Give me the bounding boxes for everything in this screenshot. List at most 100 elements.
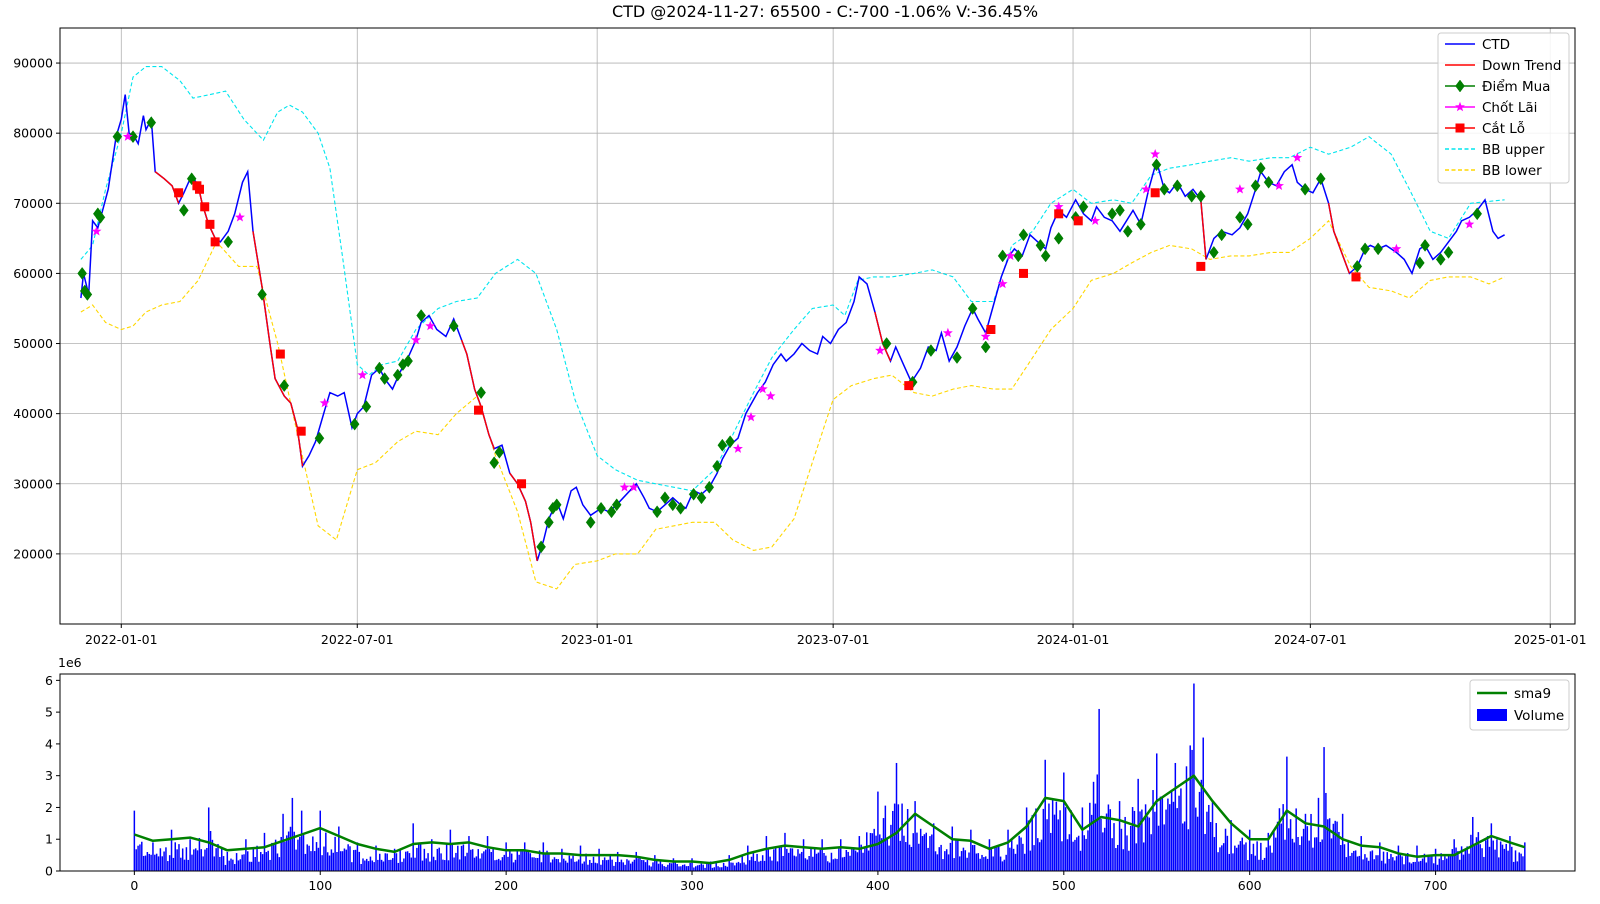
- volume-bar: [1156, 753, 1158, 871]
- volume-bar: [767, 847, 769, 871]
- marker-cat-lo: [200, 202, 210, 212]
- volume-bar: [1498, 857, 1500, 871]
- volume-bar: [668, 862, 671, 871]
- series-bb-lower-line: [80, 219, 1505, 590]
- volume-bar: [1195, 807, 1197, 871]
- volume-bar: [784, 832, 786, 871]
- volume-bar: [233, 864, 236, 871]
- volume-bar: [232, 859, 234, 871]
- volume-bar: [455, 852, 457, 871]
- marker-diem-mua: [536, 540, 546, 554]
- legend-label-volume: Volume: [1514, 708, 1564, 724]
- volume-bar: [1027, 820, 1030, 871]
- volume-bar: [510, 853, 513, 871]
- volume-y-tick-label: 3: [45, 768, 53, 783]
- volume-bar: [945, 849, 948, 871]
- volume-bar: [1362, 859, 1364, 871]
- volume-bar: [806, 859, 809, 871]
- volume-bar: [1245, 842, 1247, 871]
- marker-diem-mua: [1300, 182, 1310, 196]
- volume-bar: [1323, 747, 1325, 871]
- volume-bar: [691, 858, 693, 871]
- volume-bar: [1022, 843, 1024, 871]
- volume-bar: [1031, 815, 1033, 871]
- volume-bar: [1511, 846, 1513, 871]
- volume-bar: [1412, 862, 1415, 871]
- volume-bar: [851, 848, 853, 871]
- volume-bar: [544, 853, 546, 871]
- marker-cat-lo: [210, 237, 220, 247]
- volume-bar: [425, 858, 427, 871]
- volume-bar: [317, 847, 320, 871]
- volume-bar: [633, 859, 636, 871]
- volume-bar: [988, 839, 991, 871]
- volume-bar: [1042, 808, 1045, 871]
- volume-bar: [507, 856, 509, 871]
- volume-bar: [1167, 798, 1169, 871]
- volume-bar: [823, 853, 825, 871]
- volume-bar: [1187, 829, 1190, 871]
- marker-diem-mua: [1013, 249, 1024, 263]
- volume-bar: [1354, 850, 1357, 871]
- volume-bar: [1131, 807, 1134, 871]
- volume-bar: [349, 846, 351, 871]
- volume-bar: [555, 858, 558, 871]
- volume-bar: [460, 845, 463, 871]
- volume-bar: [615, 862, 617, 871]
- volume-bar: [1332, 823, 1335, 871]
- volume-bar: [213, 856, 216, 871]
- volume-bar: [998, 845, 1000, 871]
- volume-bar: [354, 849, 357, 871]
- marker-diem-mua: [585, 515, 596, 529]
- volume-bar: [994, 847, 996, 871]
- price-y-tick-label: 50000: [13, 336, 53, 351]
- marker-diem-mua: [967, 302, 978, 315]
- volume-bar: [1148, 817, 1151, 871]
- volume-bar: [157, 856, 160, 871]
- volume-bar: [380, 859, 383, 871]
- volume-bar: [1334, 820, 1336, 871]
- volume-bar: [215, 848, 217, 871]
- volume-bar: [1321, 839, 1323, 871]
- volume-bar: [339, 851, 342, 871]
- volume-bar: [271, 842, 273, 871]
- volume-bar: [180, 857, 182, 871]
- volume-bar: [579, 845, 582, 871]
- volume-bar: [397, 862, 400, 871]
- volume-bar: [737, 861, 740, 871]
- volume-bar: [222, 856, 225, 871]
- volume-bar: [1172, 801, 1175, 871]
- volume-bar: [1388, 858, 1390, 871]
- marker-chot-lai: [1274, 180, 1284, 190]
- volume-bar: [576, 861, 578, 871]
- volume-bar: [1349, 855, 1351, 871]
- volume-bar: [905, 842, 907, 871]
- volume-bar: [367, 861, 370, 871]
- volume-bar: [670, 863, 673, 871]
- marker-cat-lo: [296, 426, 306, 436]
- volume-bar: [248, 861, 251, 871]
- volume-bar: [1516, 861, 1519, 871]
- price-x-tick-label: 2022-01-01: [85, 632, 158, 647]
- volume-bar: [1252, 843, 1255, 871]
- price-y-tick-label: 70000: [13, 196, 53, 211]
- volume-bar: [862, 852, 864, 871]
- volume-bar: [1473, 845, 1476, 871]
- volume-bar: [202, 856, 204, 871]
- volume-bar: [1072, 841, 1074, 871]
- volume-bar: [999, 856, 1002, 871]
- volume-bar: [1306, 826, 1309, 871]
- volume-bar: [589, 859, 591, 871]
- volume-bar: [1522, 856, 1524, 871]
- legend-label-bb-lower: BB lower: [1482, 163, 1542, 179]
- volume-bar: [1196, 816, 1199, 871]
- volume-bar: [1048, 803, 1050, 871]
- volume-bar: [501, 857, 504, 871]
- volume-bar: [523, 842, 526, 871]
- volume-bar: [1499, 841, 1502, 871]
- volume-bar: [457, 845, 459, 871]
- price-x-tick-label: 2023-01-01: [561, 632, 634, 647]
- volume-bar: [330, 849, 333, 871]
- volume-bar: [378, 853, 381, 871]
- volume-bar: [300, 810, 303, 871]
